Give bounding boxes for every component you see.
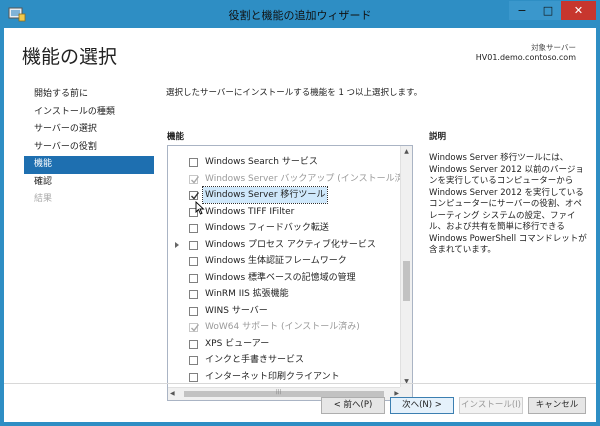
feature-checkbox[interactable] — [189, 339, 198, 349]
close-button[interactable]: ✕ — [561, 1, 596, 20]
wizard-window: 役割と機能の追加ウィザード − □ ✕ 機能の選択 対象サーバー HV01.de… — [0, 0, 600, 426]
feature-checkbox[interactable] — [189, 224, 198, 233]
feature-label: Windows Search サービス — [205, 157, 318, 167]
feature-label: Windows プロセス アクティブ化サービス — [205, 239, 376, 250]
feature-item[interactable]: Windows 標準ベースの記憶域の管理 — [168, 270, 401, 286]
features-header: 機能 — [167, 132, 185, 142]
vertical-scrollbar[interactable]: ▲ ▼ — [400, 146, 412, 388]
feature-label: Windows フィードバック転送 — [205, 223, 329, 233]
feature-item[interactable]: WINS サーバー — [168, 303, 401, 319]
instruction-text: 選択したサーバーにインストールする機能を 1 つ以上選択します。 — [166, 88, 423, 98]
page-title: 機能の選択 — [22, 46, 118, 68]
mouse-cursor-icon — [195, 200, 205, 219]
maximize-button[interactable]: □ — [535, 1, 561, 20]
nav-item-features[interactable]: 機能 — [24, 156, 154, 174]
description-header: 説明 — [429, 132, 447, 142]
feature-item[interactable]: Windows 生体認証フレームワーク — [168, 253, 401, 269]
nav-item-results: 結果 — [34, 194, 53, 204]
title-bar[interactable]: 役割と機能の追加ウィザード − □ ✕ — [0, 0, 600, 28]
minimize-button[interactable]: − — [509, 1, 535, 20]
feature-label: インクと手書きサービス — [205, 355, 305, 365]
feature-label: Windows TIFF IFilter — [205, 206, 295, 217]
footer-divider — [4, 383, 596, 384]
feature-label: Windows 標準ベースの記憶域の管理 — [205, 272, 356, 283]
feature-item[interactable]: Windows Search サービス — [168, 154, 401, 170]
install-button: インストール(I) — [459, 397, 523, 414]
feature-item[interactable]: XPS ビューアー — [168, 336, 401, 352]
feature-item[interactable]: Windows フィードバック転送 — [168, 220, 401, 236]
feature-checkbox — [189, 323, 200, 332]
feature-label: WINS サーバー — [205, 305, 268, 316]
feature-item[interactable]: WinRM IIS 拡張機能 — [168, 286, 401, 302]
feature-checkbox — [189, 174, 200, 184]
destination-server-label: 対象サーバー — [531, 43, 576, 52]
vertical-scroll-thumb[interactable] — [403, 261, 410, 301]
nav-item-server-roles[interactable]: サーバーの役割 — [24, 139, 154, 157]
nav-item-before-you-begin[interactable]: 開始する前に — [24, 86, 154, 104]
feature-checkbox[interactable] — [189, 273, 198, 283]
destination-server-name: HV01.demo.contoso.com — [475, 53, 576, 62]
nav-item-confirmation[interactable]: 確認 — [24, 174, 154, 192]
feature-checkbox[interactable] — [189, 306, 198, 316]
nav-item-installation-type[interactable]: インストールの種類 — [24, 104, 154, 122]
feature-checkbox[interactable] — [189, 158, 198, 167]
feature-label: Windows 生体認証フレームワーク — [205, 256, 347, 266]
features-tree[interactable]: Windows Search サービス Windows Server バックアップ… — [167, 145, 413, 401]
feature-label: Windows Server 移行ツール — [201, 186, 329, 204]
scroll-left-arrow-icon[interactable]: ◀ — [170, 388, 175, 400]
wizard-client-area: 機能の選択 対象サーバー HV01.demo.contoso.com 開始する前… — [4, 28, 596, 422]
feature-item[interactable]: インクと手書きサービス — [168, 352, 401, 368]
previous-button[interactable]: < 前へ(P) — [321, 397, 385, 414]
feature-label: WoW64 サポート (インストール済み) — [205, 322, 360, 332]
feature-checkbox[interactable] — [189, 191, 200, 200]
expand-arrow-icon[interactable] — [175, 241, 179, 248]
wizard-nav: 開始する前に インストールの種類 サーバーの選択 サーバーの役割 機能 確認 結… — [24, 86, 154, 209]
feature-label: XPS ビューアー — [205, 338, 270, 349]
feature-item[interactable]: WoW64 サポート (インストール済み) — [168, 319, 401, 335]
feature-item[interactable]: Windows プロセス アクティブ化サービス — [168, 237, 401, 253]
scroll-grip-icon: ||| — [276, 389, 282, 395]
feature-checkbox[interactable] — [189, 356, 198, 365]
cancel-button[interactable]: キャンセル — [528, 397, 586, 414]
feature-checkbox[interactable] — [189, 372, 198, 382]
feature-checkbox[interactable] — [189, 240, 198, 250]
feature-description: Windows Server 移行ツールには、Windows Server 20… — [429, 153, 587, 255]
feature-label: Windows Server バックアップ (インストール済み) — [205, 173, 413, 184]
feature-checkbox[interactable] — [189, 290, 198, 299]
nav-item-server-selection[interactable]: サーバーの選択 — [24, 121, 154, 139]
scroll-up-arrow-icon[interactable]: ▲ — [401, 146, 412, 158]
feature-label: WinRM IIS 拡張機能 — [205, 289, 289, 299]
feature-checkbox[interactable] — [189, 257, 198, 266]
next-button[interactable]: 次へ(N) > — [390, 397, 454, 414]
feature-item[interactable]: Windows Server バックアップ (インストール済み) — [168, 171, 412, 187]
